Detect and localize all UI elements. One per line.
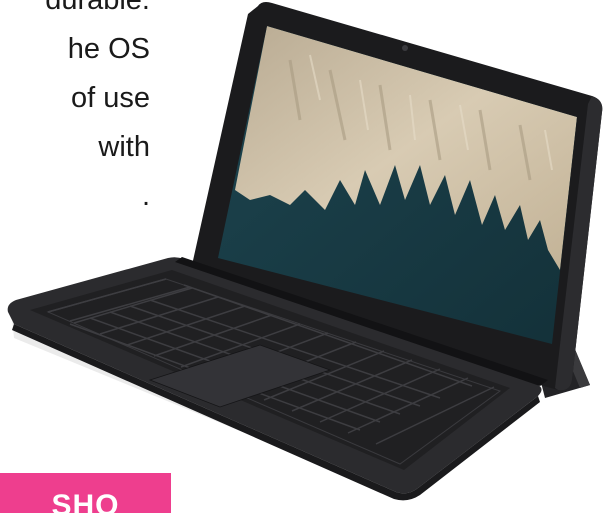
tablet-with-keyboard-icon [7, 2, 603, 501]
camera [402, 45, 408, 51]
shop-button[interactable]: SHO [0, 473, 171, 513]
